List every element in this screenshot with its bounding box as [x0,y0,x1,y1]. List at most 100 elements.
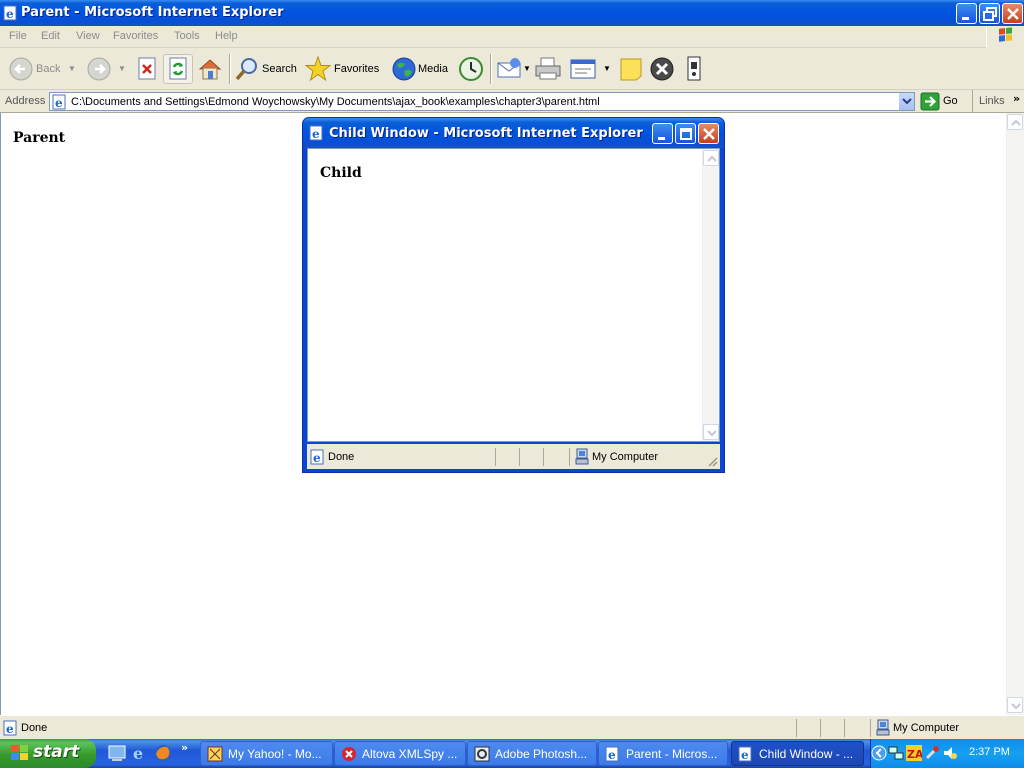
status-bar: e Done My Computer [0,715,1024,739]
minimize-button[interactable] [956,3,977,24]
task-parent-window[interactable]: e Parent - Micros... [598,741,728,766]
mail-dropdown-icon: ▼ [523,64,531,73]
volume-icon[interactable] [942,745,958,761]
child-security-zone: My Computer [592,451,659,463]
toolbar-separator [490,54,492,84]
address-field[interactable]: e C:\Documents and Settings\Edmond Woych… [49,92,915,111]
ie-page-icon: e [738,746,752,762]
system-tray: ZA 2:37 PM [870,739,1024,768]
messenger-button[interactable] [683,54,707,84]
child-minimize-button[interactable] [652,123,673,144]
home-button[interactable] [196,54,224,84]
network-icon[interactable] [888,745,904,761]
print-button[interactable] [534,54,562,84]
forward-button[interactable]: ▼ [86,54,128,84]
svg-text:e: e [6,722,14,736]
ie-page-icon: e [3,5,17,21]
start-button[interactable]: start [0,739,96,768]
child-vertical-scrollbar[interactable] [702,149,719,441]
chevron-right-icon: » [1013,92,1021,105]
child-window[interactable]: e Child Window - Microsoft Internet Expl… [302,117,725,473]
child-close-button[interactable] [698,123,719,144]
status-divider [519,448,520,466]
stop-button[interactable] [134,54,160,84]
resize-grip-icon[interactable] [706,455,718,467]
block-button[interactable] [649,54,677,84]
main-vertical-scrollbar[interactable] [1006,113,1024,715]
edit-dropdown-icon: ▼ [603,64,611,73]
my-computer-icon [575,448,589,465]
show-desktop-icon[interactable] [108,744,126,762]
edit-page-icon [570,59,596,79]
chevron-down-icon [1011,703,1021,710]
menu-help[interactable]: Help [215,30,238,42]
menu-favorites[interactable]: Favorites [113,30,158,42]
menu-file[interactable]: File [9,30,27,42]
history-button[interactable] [458,54,486,84]
child-scroll-up-button[interactable] [703,150,719,166]
refresh-icon [169,57,187,80]
close-button[interactable] [1002,3,1023,24]
task-adobe-photoshop[interactable]: Adobe Photosh... [467,741,597,766]
windows-flag-icon [11,745,28,760]
zonealarm-icon[interactable]: ZA [906,745,922,761]
security-zone: My Computer [893,722,960,734]
mail-envelope-icon [497,58,521,78]
phone-icon [687,56,701,81]
refresh-button[interactable] [163,54,193,84]
mail-button[interactable]: ▼ [496,54,531,84]
menu-view[interactable]: View [76,30,100,42]
main-title-bar[interactable]: e Parent - Microsoft Internet Explorer [0,0,1024,26]
favorites-button[interactable]: Favorites [305,54,383,84]
discuss-button[interactable] [618,54,644,84]
back-button[interactable]: Back ▼ [6,54,78,84]
tools-icon[interactable] [924,745,940,761]
svg-text:e: e [6,7,14,21]
menu-tools[interactable]: Tools [174,30,200,42]
menu-edit[interactable]: Edit [41,30,60,42]
yahoo-page-icon [207,746,223,762]
task-child-window[interactable]: e Child Window - ... [731,741,864,766]
internet-explorer-icon[interactable]: e [131,744,149,762]
scroll-up-button[interactable] [1007,114,1023,130]
restore-button[interactable] [979,3,1000,24]
address-value: C:\Documents and Settings\Edmond Woychow… [71,96,600,108]
media-button[interactable]: Media [391,54,453,84]
chevron-up-icon [1011,119,1021,126]
status-text: Done [21,722,48,734]
links-toolbar[interactable]: Links » [972,90,1020,113]
search-magnifier-icon [235,58,257,81]
address-bar: Address e C:\Documents and Settings\Edmo… [0,90,1024,113]
child-title-bar[interactable]: e Child Window - Microsoft Internet Expl… [303,118,724,148]
child-status-text: Done [328,451,355,463]
chevron-up-icon [707,155,717,162]
status-divider [844,719,845,737]
forward-arrow-icon [87,57,111,81]
task-my-yahoo[interactable]: My Yahoo! - Mo... [200,741,333,766]
ie-page-icon: e [310,449,324,465]
status-divider [543,448,544,466]
task-altova-xmlspy[interactable]: Altova XMLSpy ... [334,741,466,766]
status-divider [495,448,496,466]
child-maximize-button[interactable] [675,123,696,144]
scroll-down-button[interactable] [1007,697,1023,713]
page-heading: Parent [13,130,66,146]
go-button[interactable]: Go [920,92,958,111]
taskbar: start e » My Yahoo! - Mo... Altova XMLSp… [0,739,1024,768]
chevron-down-icon [707,430,717,437]
child-scroll-down-button[interactable] [703,424,719,440]
address-dropdown-button[interactable] [898,93,914,110]
svg-text:e: e [312,127,320,141]
svg-text:e: e [608,748,616,762]
go-arrow-icon [920,92,940,111]
printer-icon [535,57,561,80]
back-dropdown-icon: ▼ [68,64,76,73]
search-button[interactable]: Search [234,54,300,84]
tray-expand-icon[interactable] [871,745,887,761]
svg-text:e: e [741,748,749,762]
firefox-icon[interactable] [154,744,172,762]
xmlspy-icon [342,747,356,761]
history-clock-icon [459,57,483,81]
edit-button[interactable]: ▼ [569,54,613,84]
quicklaunch-chevron-icon[interactable]: » [181,741,188,754]
